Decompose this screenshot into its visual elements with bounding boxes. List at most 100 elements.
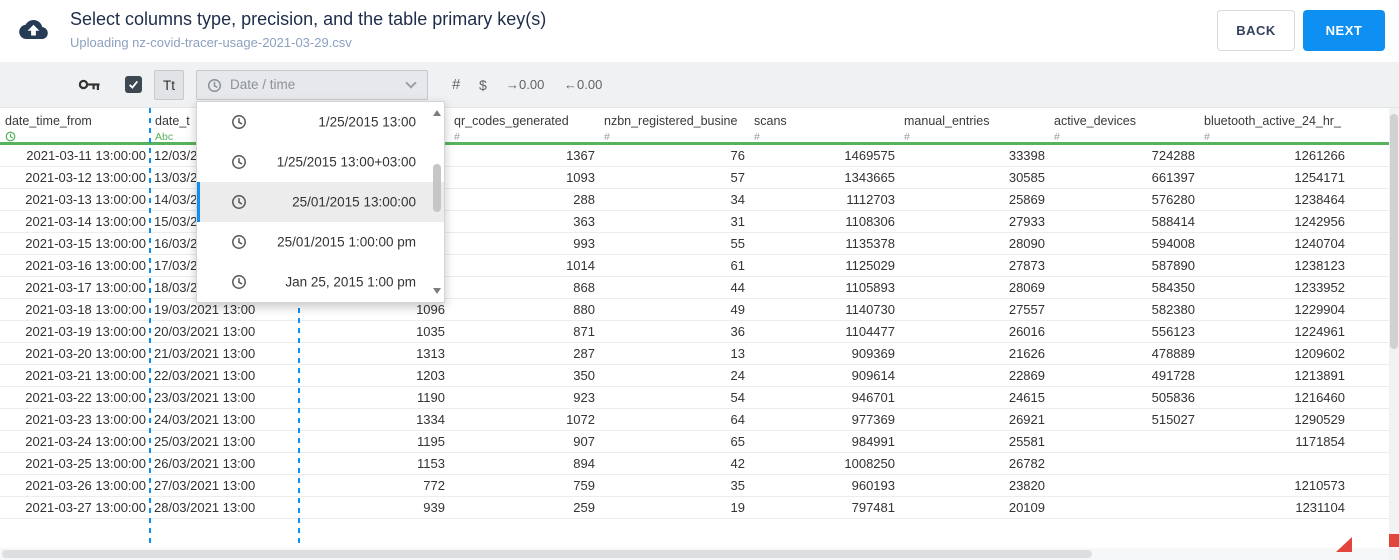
cell: 1008250 <box>844 456 895 471</box>
format-option[interactable]: 1/25/2015 13:00+03:00 <box>197 142 444 182</box>
cell: 478889 <box>1151 346 1195 361</box>
datetime-type-value: Date / time <box>230 77 296 92</box>
vertical-scrollbar-thumb[interactable] <box>1390 114 1398 349</box>
column-type-indicator: # <box>904 131 910 142</box>
cell: 2021-03-18 13:00:00 <box>25 302 146 317</box>
format-option[interactable]: 25/01/2015 13:00:00 <box>197 182 444 222</box>
scroll-down-arrow-icon[interactable] <box>433 288 441 294</box>
cell: 1209602 <box>1294 346 1345 361</box>
increase-precision-button[interactable]: →0.00 <box>502 62 548 107</box>
text-type-button[interactable]: Tt <box>154 70 184 100</box>
menu-scrollbar-thumb[interactable] <box>433 164 441 212</box>
cell: 1105893 <box>845 280 895 295</box>
cell: 923 <box>573 390 595 405</box>
cell <box>1049 453 1199 474</box>
table-row: 2021-03-26 13:00:00 27/03/2021 13:00 772 75… <box>0 475 1389 497</box>
format-option[interactable]: 1/25/2015 13:00 <box>197 102 444 142</box>
decrease-precision-button[interactable]: ←0.00 <box>560 62 606 107</box>
format-menu-list: 1/25/2015 13:00 1/25/2015 13:00+03:00 25… <box>197 102 444 302</box>
cell: 36 <box>730 324 745 339</box>
column-header[interactable]: bluetooth_active_24_hr_ # <box>1199 108 1349 142</box>
cell: 1313 <box>416 346 445 361</box>
scroll-up-arrow-icon[interactable] <box>433 110 441 116</box>
number-type-button[interactable]: # <box>448 62 464 107</box>
column-name: qr_codes_generated <box>454 114 569 128</box>
cell <box>1049 431 1199 452</box>
clock-icon <box>5 131 16 142</box>
table-row: 2021-03-20 13:00:00 21/03/2021 13:00 1313 2… <box>0 343 1389 365</box>
column-header[interactable]: manual_entries # <box>899 108 1049 142</box>
column-type-indicator: # <box>754 131 760 142</box>
horizontal-scrollbar-thumb[interactable] <box>2 550 1092 558</box>
cell: 20/03/2021 13:00 <box>154 324 256 339</box>
cell: 65 <box>730 434 745 449</box>
table-row: 2021-03-22 13:00:00 23/03/2021 13:00 1190 9… <box>0 387 1389 409</box>
column-header[interactable]: scans # <box>749 108 899 142</box>
format-option[interactable]: Jan 25, 2015 1:00 pm <box>197 262 444 302</box>
horizontal-scrollbar[interactable] <box>0 548 1389 560</box>
format-option[interactable]: 25/01/2015 1:00:00 pm <box>197 222 444 262</box>
cell: 55 <box>730 236 745 251</box>
column-header[interactable]: qr_codes_generated # <box>449 108 599 142</box>
cell: 28/03/2021 13:00 <box>154 500 256 515</box>
cell: 2021-03-12 13:00:00 <box>25 170 146 185</box>
primary-key-icon[interactable] <box>78 77 100 97</box>
back-button[interactable]: BACK <box>1217 10 1295 51</box>
cell: 1240704 <box>1294 236 1345 251</box>
cell: 26782 <box>1008 456 1045 471</box>
header-titles: Select columns type, precision, and the … <box>70 9 546 50</box>
vertical-scrollbar[interactable] <box>1389 108 1399 560</box>
cell: 24615 <box>1008 390 1045 405</box>
column-type-indicator <box>5 131 146 142</box>
cell: 64 <box>730 412 745 427</box>
clock-icon <box>231 274 247 295</box>
cell: 1224961 <box>1294 324 1345 339</box>
selected-column-left-boundary <box>149 108 151 548</box>
cell: 21/03/2021 13:00 <box>154 346 256 361</box>
cell: 25869 <box>1008 192 1045 207</box>
cell: 977369 <box>851 412 895 427</box>
menu-scrollbar[interactable] <box>431 104 443 300</box>
table-row: 2021-03-19 13:00:00 20/03/2021 13:00 1035 8… <box>0 321 1389 343</box>
table-row: 2021-03-25 13:00:00 26/03/2021 13:00 1153 8… <box>0 453 1389 475</box>
cell: 24/03/2021 13:00 <box>154 412 256 427</box>
cell: 26/03/2021 13:00 <box>154 456 256 471</box>
cell: 993 <box>573 236 595 251</box>
scroll-error-marker <box>1389 534 1399 547</box>
cell: 31 <box>730 214 745 229</box>
cell: 515027 <box>1151 412 1195 427</box>
clock-icon <box>231 114 247 135</box>
upload-status-text: Uploading nz-covid-tracer-usage-2021-03-… <box>70 35 352 50</box>
corner-warning-marker <box>1336 537 1352 552</box>
cell: 1112703 <box>846 192 895 207</box>
cell: 1195 <box>417 434 445 449</box>
column-header[interactable]: nzbn_registered_busine # <box>599 108 749 142</box>
cell: 1203 <box>416 368 445 383</box>
column-name: active_devices <box>1054 114 1136 128</box>
cell: 26016 <box>1008 324 1045 339</box>
column-name: scans <box>754 114 787 128</box>
column-header[interactable]: date_time_from <box>0 108 150 142</box>
cell: 1210573 <box>1294 478 1345 493</box>
cell: 1035 <box>416 324 445 339</box>
cell: 30585 <box>1008 170 1045 185</box>
cell: 491728 <box>1151 368 1195 383</box>
cell: 909369 <box>851 346 895 361</box>
format-option-label: 25/01/2015 1:00:00 pm <box>277 234 416 250</box>
next-button[interactable]: NEXT <box>1303 10 1385 51</box>
clock-icon <box>231 194 247 215</box>
include-column-checkbox[interactable] <box>125 76 142 93</box>
cell: 2021-03-24 13:00:00 <box>25 434 146 449</box>
cell: 22/03/2021 13:00 <box>154 368 256 383</box>
cell: 2021-03-25 13:00:00 <box>25 456 146 471</box>
cell: 1125029 <box>845 258 895 273</box>
cell: 27/03/2021 13:00 <box>154 478 256 493</box>
cell: 2021-03-21 13:00:00 <box>25 368 146 383</box>
cell: 1238464 <box>1294 192 1345 207</box>
cell: 984991 <box>851 434 895 449</box>
column-header[interactable]: active_devices # <box>1049 108 1199 142</box>
currency-type-button[interactable]: $ <box>475 62 491 107</box>
cell: 288 <box>573 192 595 207</box>
datetime-type-dropdown[interactable]: Date / time <box>196 70 428 100</box>
cell: 2021-03-20 13:00:00 <box>25 346 146 361</box>
